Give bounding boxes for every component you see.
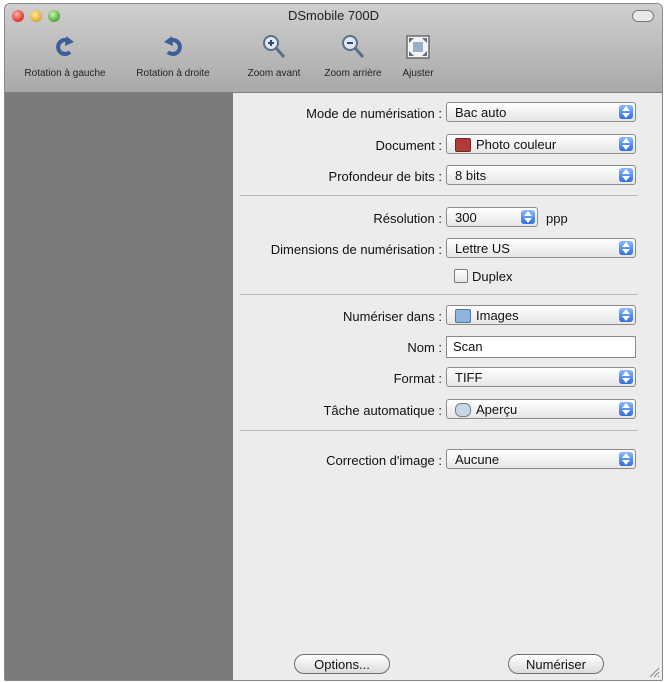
bit-depth-popup[interactable]: 8 bits — [446, 165, 636, 185]
popup-arrows-icon — [521, 210, 535, 224]
scan-size-popup[interactable]: Lettre US — [446, 238, 636, 258]
scan-to-label: Numériser dans : — [343, 309, 442, 324]
scan-to-value: Images — [476, 308, 519, 323]
scan-to-row: Numériser dans : Images — [234, 305, 662, 329]
zoom-out-label: Zoom arrière — [324, 68, 382, 79]
zoom-out-icon — [315, 32, 391, 62]
popup-arrows-icon — [619, 452, 633, 466]
zoom-in-icon — [241, 32, 307, 62]
toolbar-toggle-button[interactable] — [632, 10, 654, 22]
popup-arrows-icon — [619, 168, 633, 182]
zoom-out-button[interactable]: Zoom arrière — [315, 32, 391, 79]
popup-arrows-icon — [619, 105, 633, 119]
document-row: Document : Photo couleur — [234, 134, 662, 158]
preview-app-icon — [455, 402, 471, 417]
resolution-popup[interactable]: 300 — [446, 207, 538, 227]
rotate-right-icon — [123, 32, 223, 62]
fit-icon — [395, 32, 441, 62]
popup-arrows-icon — [619, 137, 633, 151]
fit-label: Ajuster — [402, 68, 434, 79]
scan-mode-value: Bac auto — [455, 105, 507, 120]
auto-task-label: Tâche automatique : — [323, 403, 442, 418]
zoom-in-button[interactable]: Zoom avant — [241, 32, 307, 79]
resolution-label: Résolution : — [373, 211, 442, 226]
scanner-window: DSmobile 700D Rotation à gauche Rotation… — [4, 3, 663, 681]
image-correction-label: Correction d'image : — [326, 453, 442, 468]
window-title: DSmobile 700D — [287, 8, 380, 23]
format-value: TIFF — [455, 370, 483, 385]
scan-button[interactable]: Numériser — [508, 654, 604, 674]
resize-grip-icon[interactable] — [648, 666, 660, 678]
scan-mode-row: Mode de numérisation : Bac auto — [234, 102, 662, 126]
auto-task-row: Tâche automatique : Aperçu — [234, 399, 662, 423]
image-correction-row: Correction d'image : Aucune — [234, 449, 662, 473]
document-popup[interactable]: Photo couleur — [446, 134, 636, 154]
document-label: Document : — [375, 138, 442, 153]
scan-size-value: Lettre US — [455, 241, 510, 256]
name-label: Nom : — [407, 340, 442, 355]
popup-arrows-icon — [619, 370, 633, 384]
settings-panel: Mode de numérisation : Bac auto Document… — [234, 93, 662, 680]
auto-task-value: Aperçu — [476, 402, 518, 417]
popup-arrows-icon — [619, 241, 633, 255]
divider — [240, 430, 638, 431]
resolution-unit: ppp — [546, 211, 568, 226]
divider — [240, 294, 638, 295]
fit-button[interactable]: Ajuster — [395, 32, 441, 79]
name-input[interactable]: Scan — [446, 336, 636, 358]
folder-icon — [455, 308, 471, 323]
bit-depth-row: Profondeur de bits : 8 bits — [234, 165, 662, 189]
title-bar: DSmobile 700D Rotation à gauche Rotation… — [5, 4, 662, 93]
duplex-row: Duplex — [234, 267, 662, 291]
image-correction-popup[interactable]: Aucune — [446, 449, 636, 469]
image-correction-value: Aucune — [455, 452, 500, 467]
rotate-right-label: Rotation à droite — [136, 68, 210, 79]
options-button[interactable]: Options... — [294, 654, 390, 674]
duplex-checkbox[interactable] — [454, 269, 468, 283]
popup-arrows-icon — [619, 308, 633, 322]
rotate-right-button[interactable]: Rotation à droite — [123, 32, 223, 79]
popup-arrows-icon — [619, 402, 633, 416]
resolution-value: 300 — [455, 210, 477, 225]
bit-depth-label: Profondeur de bits : — [328, 169, 442, 184]
duplex-label[interactable]: Duplex — [472, 269, 512, 284]
preview-sidebar — [5, 93, 233, 680]
rotate-left-label: Rotation à gauche — [24, 68, 106, 79]
format-label: Format : — [393, 371, 442, 386]
scan-to-popup[interactable]: Images — [446, 305, 636, 325]
auto-task-popup[interactable]: Aperçu — [446, 399, 636, 419]
document-value: Photo couleur — [476, 137, 557, 152]
rotate-left-icon — [15, 32, 115, 62]
photo-icon — [455, 137, 471, 152]
scan-size-row: Dimensions de numérisation : Lettre US — [234, 238, 662, 262]
zoom-in-label: Zoom avant — [247, 68, 301, 79]
scan-mode-label: Mode de numérisation : — [306, 106, 442, 121]
resolution-row: Résolution : 300 ppp — [234, 207, 662, 231]
format-popup[interactable]: TIFF — [446, 367, 636, 387]
bit-depth-value: 8 bits — [455, 168, 487, 183]
format-row: Format : TIFF — [234, 367, 662, 391]
divider — [240, 195, 638, 196]
rotate-left-button[interactable]: Rotation à gauche — [15, 32, 115, 79]
scan-mode-popup[interactable]: Bac auto — [446, 102, 636, 122]
name-row: Nom : Scan — [234, 336, 662, 360]
scan-size-label: Dimensions de numérisation : — [270, 242, 442, 257]
